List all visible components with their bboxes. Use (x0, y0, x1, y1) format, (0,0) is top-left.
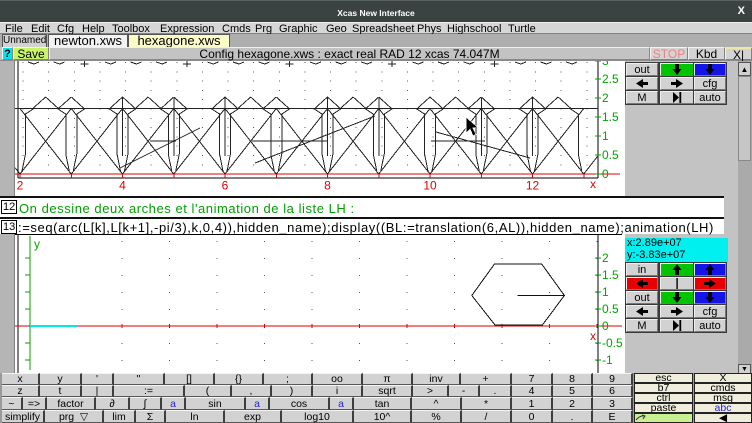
svg-text:x: x (590, 329, 596, 343)
svg-text:12: 12 (526, 179, 540, 193)
svg-text:y: y (34, 237, 40, 251)
svg-text:0.5: 0.5 (602, 302, 619, 316)
svg-text:2: 2 (17, 179, 24, 193)
svg-text:10: 10 (423, 179, 437, 193)
svg-text:3: 3 (602, 61, 609, 68)
svg-text:2: 2 (602, 91, 609, 105)
svg-text:0: 0 (602, 167, 609, 181)
svg-text:8: 8 (324, 179, 331, 193)
svg-text:6: 6 (222, 179, 229, 193)
svg-text:0: 0 (602, 319, 609, 333)
svg-text:1: 1 (602, 285, 609, 299)
svg-text:4: 4 (119, 179, 126, 193)
svg-text:-0.5: -0.5 (602, 336, 623, 350)
svg-text:-1: -1 (602, 353, 613, 367)
svg-text:1.5: 1.5 (602, 268, 619, 282)
svg-text:2: 2 (602, 251, 609, 265)
svg-text:1: 1 (602, 129, 609, 143)
svg-text:0.5: 0.5 (602, 148, 619, 162)
svg-text:1.5: 1.5 (602, 110, 619, 124)
svg-text:2.5: 2.5 (602, 72, 619, 86)
svg-text:x: x (590, 177, 596, 191)
